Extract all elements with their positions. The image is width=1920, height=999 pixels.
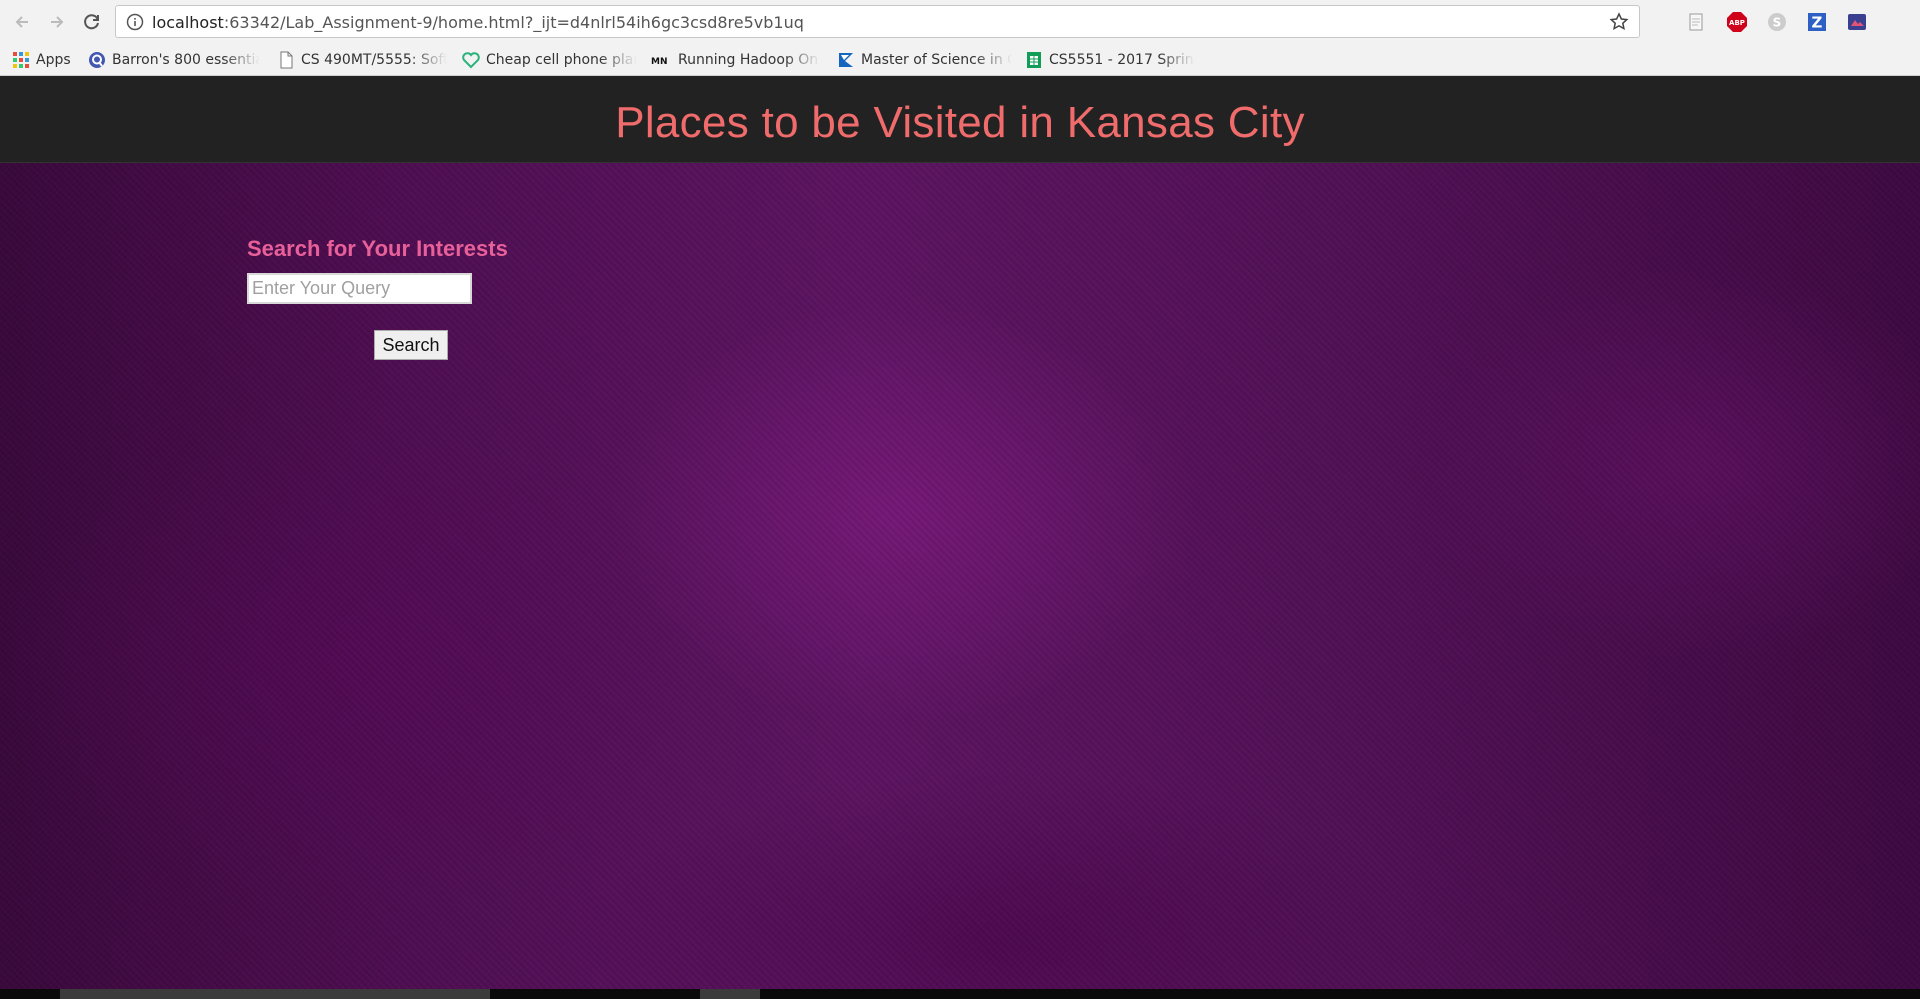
bookmark-label: Barron's 800 essential bbox=[112, 52, 260, 68]
reader-icon bbox=[1689, 13, 1703, 31]
quizlet-icon bbox=[88, 51, 106, 69]
bottom-strip-segment bbox=[700, 989, 760, 999]
adblock-icon: ABP bbox=[1727, 12, 1747, 32]
extension-button[interactable] bbox=[1846, 11, 1868, 33]
flag-icon bbox=[837, 51, 855, 69]
svg-text:MN: MN bbox=[651, 57, 668, 67]
extension-icon bbox=[1848, 14, 1866, 30]
mn-icon: MN bbox=[648, 51, 672, 69]
skype-icon: S bbox=[1768, 13, 1786, 31]
content-area: Search for Your Interests Search bbox=[0, 163, 1920, 989]
search-heading: Search for Your Interests bbox=[247, 236, 508, 261]
search-input[interactable] bbox=[247, 273, 472, 304]
browser-toolbar: localhost:63342/Lab_Assignment-9/home.ht… bbox=[0, 0, 1920, 44]
bookmark-hadoop[interactable]: MN Running Hadoop On U bbox=[648, 49, 820, 71]
svg-text:ABP: ABP bbox=[1729, 19, 1745, 27]
skype-extension[interactable]: S bbox=[1766, 11, 1788, 33]
bookmark-label: Cheap cell phone plan bbox=[486, 52, 637, 68]
reader-extension[interactable] bbox=[1685, 11, 1707, 33]
bookmark-cs490[interactable]: CS 490MT/5555: Softw bbox=[277, 49, 447, 71]
bottom-strip-segment bbox=[60, 989, 490, 999]
back-button[interactable] bbox=[10, 10, 34, 34]
address-bar[interactable]: localhost:63342/Lab_Assignment-9/home.ht… bbox=[115, 5, 1640, 38]
bookmark-label: CS5551 - 2017 Spring bbox=[1049, 52, 1195, 68]
forward-button[interactable] bbox=[45, 10, 69, 34]
url-host: localhost bbox=[152, 13, 224, 32]
sheets-icon bbox=[1025, 51, 1043, 69]
bottom-strip bbox=[0, 989, 1920, 999]
bookmarks-bar: Apps Barron's 800 essential CS 490MT/555… bbox=[0, 44, 1920, 76]
bookmark-label: Apps bbox=[36, 52, 71, 68]
bookmark-barrons[interactable]: Barron's 800 essential bbox=[88, 49, 260, 71]
adblock-extension[interactable]: ABP bbox=[1726, 11, 1748, 33]
bookmark-label: Running Hadoop On U bbox=[678, 52, 820, 68]
forward-arrow-icon bbox=[51, 16, 64, 28]
url-text: localhost:63342/Lab_Assignment-9/home.ht… bbox=[152, 13, 804, 32]
svg-text:Z: Z bbox=[1812, 14, 1823, 32]
bookmark-star-icon[interactable] bbox=[1609, 12, 1629, 32]
web-page: Places to be Visited in Kansas City Sear… bbox=[0, 76, 1920, 999]
page-icon bbox=[277, 51, 295, 69]
url-path: :63342/Lab_Assignment-9/home.html?_ijt=d… bbox=[223, 13, 804, 32]
bookmark-label: Master of Science in C bbox=[861, 52, 1012, 68]
svg-text:S: S bbox=[1773, 16, 1782, 30]
heart-icon bbox=[462, 51, 480, 69]
bookmark-apps[interactable]: Apps bbox=[12, 49, 82, 71]
bookmark-label: CS 490MT/5555: Softw bbox=[301, 52, 447, 68]
zotero-icon: Z bbox=[1808, 13, 1826, 32]
info-icon[interactable] bbox=[126, 13, 144, 31]
zotero-extension[interactable]: Z bbox=[1806, 11, 1828, 33]
page-title: Places to be Visited in Kansas City bbox=[615, 98, 1305, 147]
back-arrow-icon bbox=[15, 16, 28, 28]
bookmark-cell-phone[interactable]: Cheap cell phone plan bbox=[462, 49, 637, 71]
reload-button[interactable] bbox=[80, 10, 104, 34]
reload-icon bbox=[84, 14, 99, 30]
bookmark-cs5551[interactable]: CS5551 - 2017 Spring bbox=[1025, 49, 1195, 71]
search-button[interactable]: Search bbox=[374, 330, 448, 360]
apps-grid-icon bbox=[12, 51, 30, 69]
bookmark-master-science[interactable]: Master of Science in C bbox=[837, 49, 1012, 71]
search-section: Search for Your Interests Search bbox=[247, 236, 547, 360]
browser-chrome: localhost:63342/Lab_Assignment-9/home.ht… bbox=[0, 0, 1920, 76]
page-header: Places to be Visited in Kansas City bbox=[0, 76, 1920, 163]
